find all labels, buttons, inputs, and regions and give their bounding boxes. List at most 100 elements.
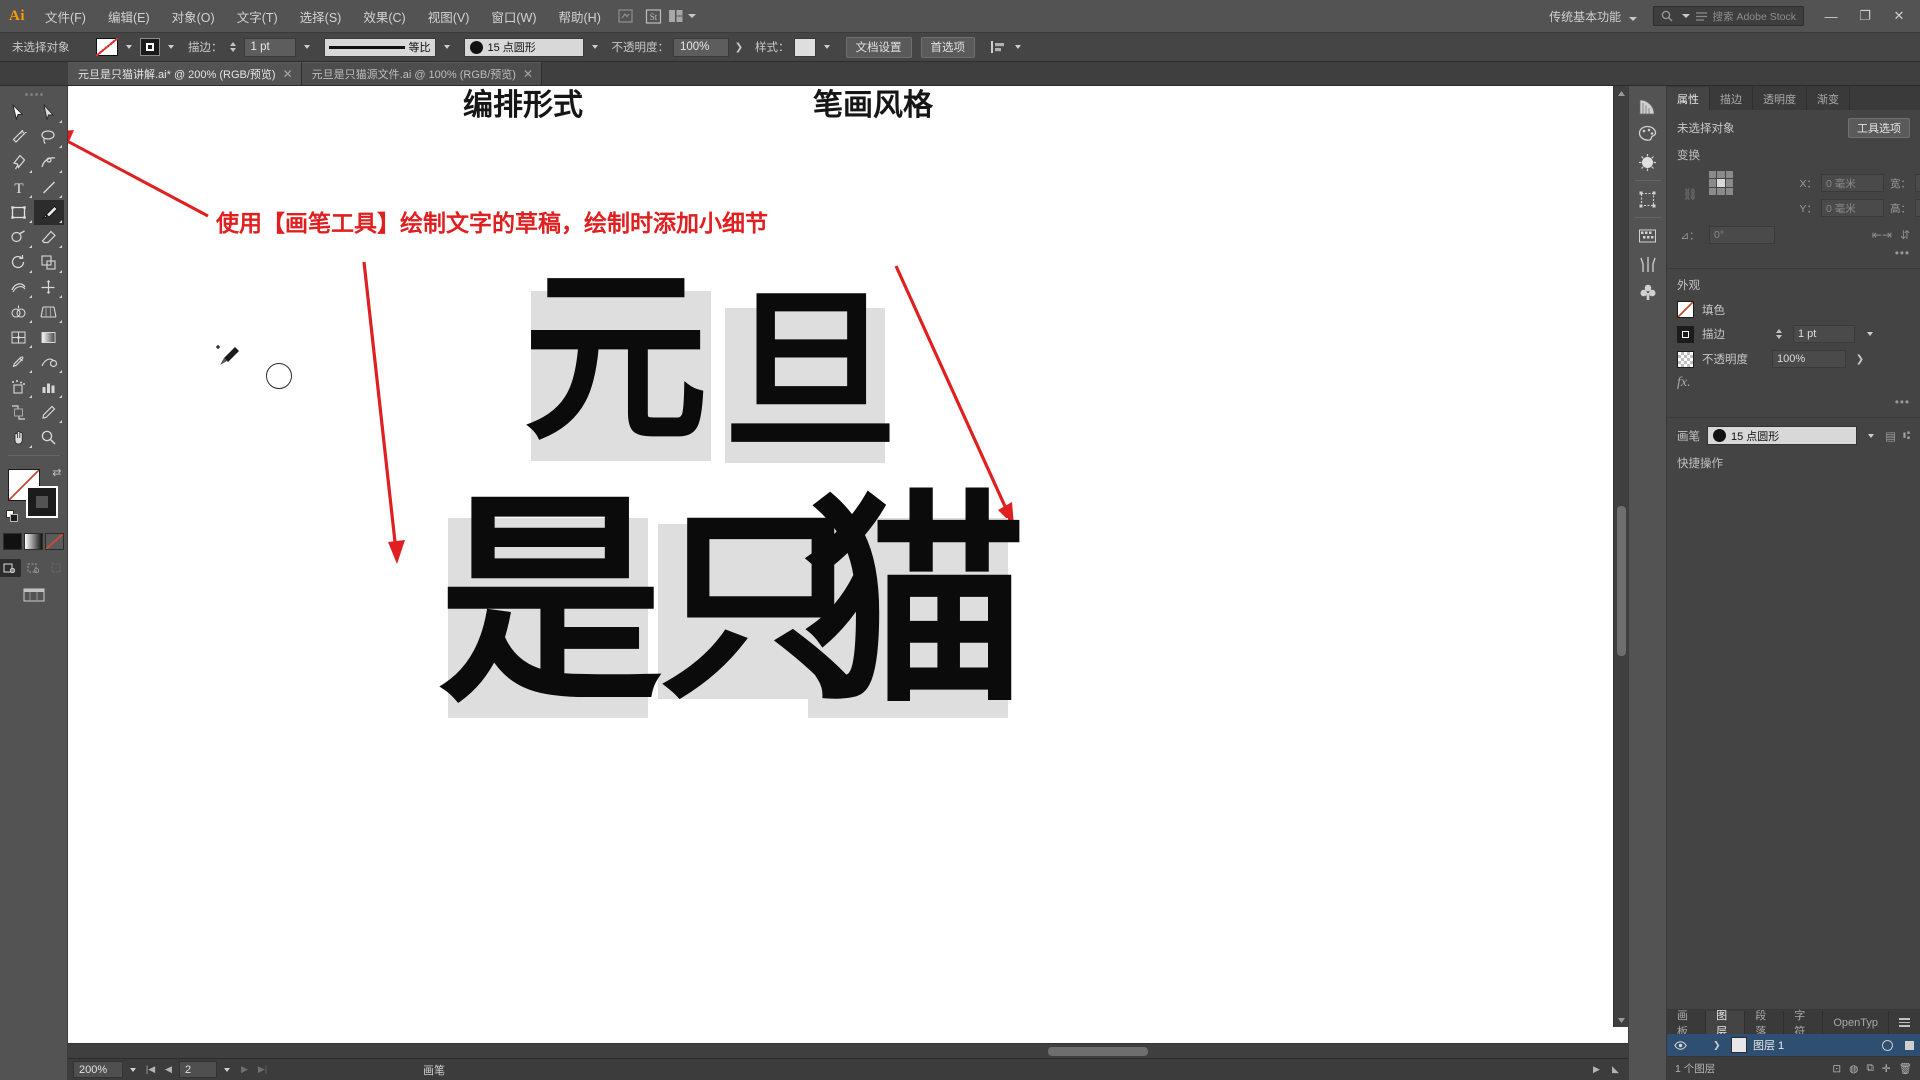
appearance-opacity-field[interactable]: 100%: [1772, 350, 1846, 368]
window-close-button[interactable]: ✕: [1882, 0, 1916, 32]
vertical-scroll-thumb[interactable]: [1617, 506, 1626, 656]
transform-more-options-icon[interactable]: •••: [1677, 248, 1910, 260]
toolbar-stroke-swatch[interactable]: [25, 486, 58, 518]
screen-mode-button[interactable]: [22, 586, 45, 608]
lasso-tool[interactable]: [34, 125, 64, 150]
symbols-panel-icon[interactable]: [1633, 278, 1663, 306]
artboard-chevron-down-icon[interactable]: [220, 1061, 234, 1079]
pen-tool[interactable]: [4, 150, 34, 175]
appearance-opacity-expand-icon[interactable]: ❯: [1854, 354, 1866, 365]
transform-h-field[interactable]: 0 毫米: [1915, 199, 1920, 217]
transform-x-field[interactable]: 0 毫米: [1821, 174, 1884, 192]
draw-normal-button[interactable]: [0, 559, 21, 577]
menu-effect[interactable]: 效果(C): [352, 0, 416, 32]
column-graph-tool[interactable]: [34, 375, 64, 400]
opacity-field[interactable]: 100%: [673, 37, 729, 57]
color-guide-icon[interactable]: [1633, 92, 1663, 120]
tools-panel-grip[interactable]: [14, 90, 54, 98]
canvas-horizontal-scrollbar[interactable]: [68, 1043, 1628, 1058]
align-chevron-down-icon[interactable]: [1011, 38, 1025, 56]
angle-field[interactable]: 0°: [1709, 226, 1775, 244]
gradient-tool[interactable]: [34, 325, 64, 350]
artboard-canvas[interactable]: 编排形式 笔画风格 使用【画笔工具】绘制文字的草稿，绘制时添加小细节 元 旦 是…: [68, 86, 1628, 1043]
first-artboard-button[interactable]: |◀: [143, 1061, 158, 1078]
workspace-switcher[interactable]: 传统基本功能: [1543, 8, 1642, 25]
canvas-vertical-scrollbar[interactable]: [1613, 86, 1628, 1027]
layer-visibility-icon[interactable]: [1673, 1040, 1687, 1050]
layers-panel-menu-icon[interactable]: [1889, 1011, 1920, 1034]
eyedropper-tool[interactable]: [4, 350, 34, 375]
free-transform-tool[interactable]: [34, 275, 64, 300]
stock-icon[interactable]: St: [640, 0, 668, 32]
previous-artboard-button[interactable]: ◀: [161, 1061, 176, 1078]
artboard-number-field[interactable]: 2: [179, 1061, 217, 1078]
brush-panel-chevron-down-icon[interactable]: [1864, 427, 1878, 445]
lock-proportions-icon[interactable]: ⛓: [1677, 187, 1703, 201]
perspective-grid-tool[interactable]: [34, 300, 64, 325]
magic-wand-tool[interactable]: [4, 125, 34, 150]
window-restore-button[interactable]: ❐: [1848, 0, 1882, 32]
gradient-button[interactable]: [24, 533, 43, 550]
tab-properties[interactable]: 属性: [1667, 87, 1710, 110]
appearance-fill-swatch[interactable]: [1677, 301, 1694, 318]
menu-object[interactable]: 对象(O): [161, 0, 226, 32]
tab-character[interactable]: 字符: [1784, 1010, 1824, 1038]
align-icon[interactable]: [987, 38, 1007, 57]
rotate-tool[interactable]: [4, 250, 34, 275]
appearance-stroke-chevron-down-icon[interactable]: [1863, 325, 1877, 343]
document-tab-1[interactable]: 元旦是只猫源文件.ai @ 100% (RGB/预览) ✕: [301, 62, 543, 85]
transform-panel-icon[interactable]: [1633, 185, 1663, 213]
arrange-documents-icon[interactable]: [668, 0, 696, 32]
appearance-stroke-stepper[interactable]: [1772, 325, 1785, 343]
tab-paragraph[interactable]: 段落: [1745, 1010, 1785, 1038]
menu-window[interactable]: 窗口(W): [480, 0, 547, 32]
document-tab-0[interactable]: 元旦是只猫讲解.ai* @ 200% (RGB/预览) ✕: [68, 62, 302, 85]
appearance-more-options-icon[interactable]: •••: [1677, 397, 1910, 409]
preferences-button[interactable]: 首选项: [920, 36, 975, 58]
fill-color-swatch[interactable]: [96, 38, 118, 56]
menu-type[interactable]: 文字(T): [226, 0, 289, 32]
scroll-up-icon[interactable]: [1614, 86, 1628, 100]
menu-view[interactable]: 视图(V): [417, 0, 481, 32]
current-tool-label[interactable]: 画笔: [423, 1062, 445, 1078]
brush-definition-chevron-down-icon[interactable]: [588, 38, 602, 56]
new-layer-icon[interactable]: ✛: [1882, 1063, 1891, 1075]
direct-selection-tool[interactable]: [34, 100, 64, 125]
symbol-sprayer-tool[interactable]: [4, 375, 34, 400]
none-button[interactable]: [45, 533, 64, 550]
menu-edit[interactable]: 编辑(E): [97, 0, 161, 32]
mesh-tool[interactable]: [4, 325, 34, 350]
stock-search-box[interactable]: 搜索 Adobe Stock: [1652, 6, 1804, 26]
layer-expand-chevron-right-icon[interactable]: ❯: [1713, 1040, 1725, 1051]
appearance-stroke-field[interactable]: 1 pt: [1793, 325, 1855, 343]
default-fill-stroke-icon[interactable]: [5, 510, 19, 523]
brushes-panel-icon[interactable]: [1633, 250, 1663, 278]
layer-target-icon[interactable]: [1882, 1039, 1893, 1051]
scroll-down-icon[interactable]: [1614, 1013, 1628, 1027]
rectangle-tool[interactable]: [4, 200, 34, 225]
swap-fill-stroke-icon[interactable]: ⇄: [52, 466, 61, 479]
brushes-open-panel-icon[interactable]: ⑆: [1903, 430, 1910, 442]
appearance-opacity-swatch[interactable]: [1677, 350, 1694, 368]
document-setup-button[interactable]: 文档设置: [845, 36, 912, 58]
shaper-tool[interactable]: [4, 225, 34, 250]
transform-y-field[interactable]: 0 毫米: [1821, 199, 1884, 217]
artboard-tool[interactable]: [4, 400, 34, 425]
tab-gradient[interactable]: 渐变: [1807, 87, 1850, 110]
type-tool[interactable]: T: [4, 175, 34, 200]
stroke-weight-chevron-down-icon[interactable]: [300, 38, 314, 56]
draw-behind-button[interactable]: [23, 559, 45, 577]
bridge-icon[interactable]: [612, 0, 640, 32]
blend-tool[interactable]: [34, 350, 64, 375]
selection-tool[interactable]: [4, 100, 34, 125]
style-chevron-down-icon[interactable]: [820, 38, 834, 56]
zoom-level-field[interactable]: 200%: [73, 1061, 123, 1078]
stroke-weight-stepper[interactable]: [227, 38, 240, 56]
zoom-chevron-down-icon[interactable]: [126, 1061, 140, 1079]
layer-name[interactable]: 图层 1: [1753, 1037, 1784, 1053]
reference-point-selector[interactable]: [1709, 171, 1733, 195]
status-resize-grip-icon[interactable]: ◣: [1608, 1061, 1623, 1078]
color-panel-icon[interactable]: [1633, 148, 1663, 176]
zoom-tool[interactable]: [34, 425, 64, 450]
width-tool[interactable]: [4, 275, 34, 300]
